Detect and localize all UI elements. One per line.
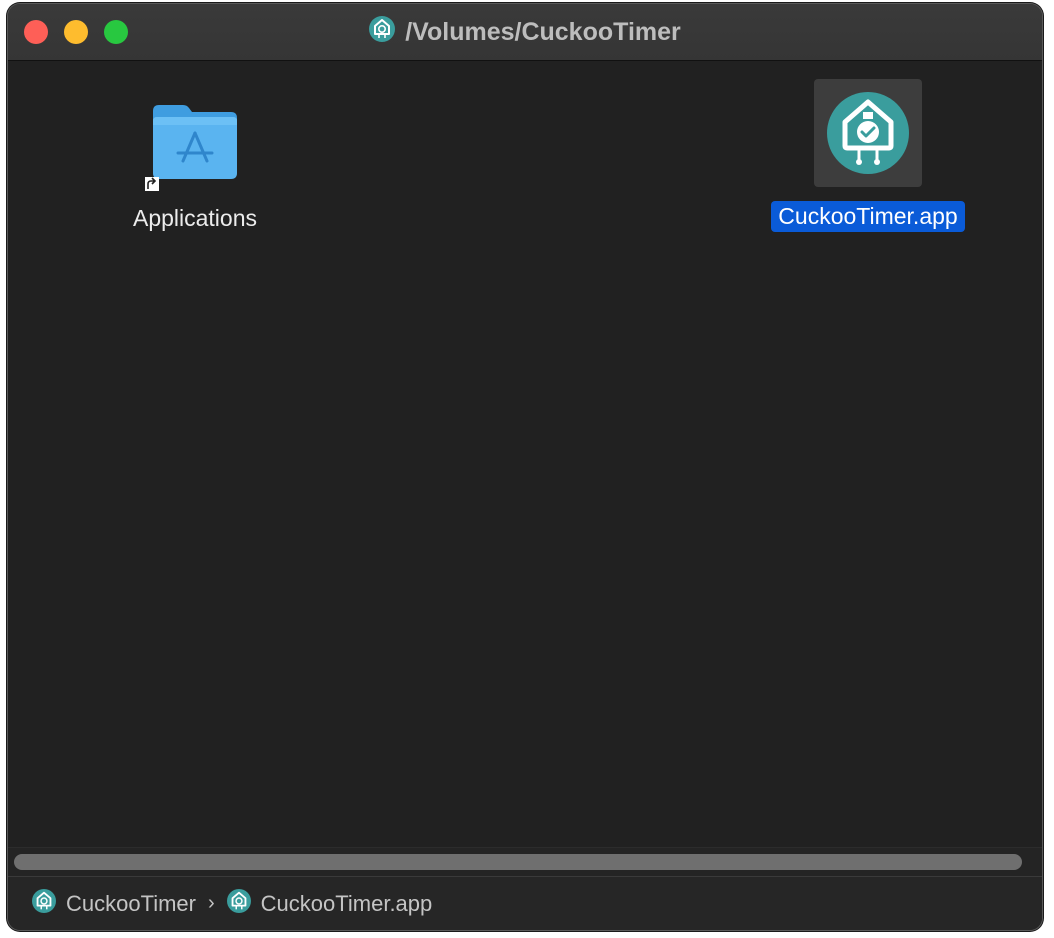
path-crumb-app-label: CuckooTimer.app bbox=[260, 890, 433, 916]
cuckoo-clock-icon bbox=[32, 888, 56, 919]
finder-window: /Volumes/CuckooTimer Applications Cuckoo… bbox=[8, 4, 1042, 930]
cuckoo-timer-label[interactable]: CuckooTimer.app bbox=[771, 201, 965, 232]
path-bar: CuckooTimer › CuckooTimer.app bbox=[8, 876, 1042, 930]
chevron-right-icon: › bbox=[208, 892, 215, 914]
window-title-text: /Volumes/CuckooTimer bbox=[405, 17, 681, 46]
path-crumb-app[interactable]: CuckooTimer.app bbox=[226, 888, 433, 919]
applications-folder-alias-icon[interactable] bbox=[145, 95, 243, 191]
cuckoo-timer-app-item[interactable]: CuckooTimer.app bbox=[738, 79, 998, 232]
cuckoo-timer-icon-frame[interactable] bbox=[814, 79, 922, 187]
path-crumb-volume-label: CuckooTimer bbox=[66, 890, 196, 916]
cuckoo-clock-icon bbox=[369, 15, 396, 49]
cuckoo-timer-app-icon[interactable] bbox=[825, 90, 911, 176]
applications-icon-frame[interactable] bbox=[141, 89, 249, 197]
cuckoo-clock-icon bbox=[226, 888, 251, 919]
applications-alias-item[interactable]: Applications bbox=[110, 89, 280, 234]
window-title: /Volumes/CuckooTimer bbox=[8, 15, 1042, 49]
horizontal-scrollbar[interactable] bbox=[8, 847, 1042, 876]
applications-label[interactable]: Applications bbox=[126, 203, 264, 234]
scrollbar-thumb[interactable] bbox=[14, 854, 1022, 870]
path-crumb-volume[interactable]: CuckooTimer bbox=[32, 888, 196, 919]
alias-arrow-icon bbox=[145, 177, 159, 191]
title-bar[interactable]: /Volumes/CuckooTimer bbox=[8, 4, 1042, 61]
icon-view[interactable]: Applications CuckooTimer.app bbox=[8, 61, 1042, 847]
